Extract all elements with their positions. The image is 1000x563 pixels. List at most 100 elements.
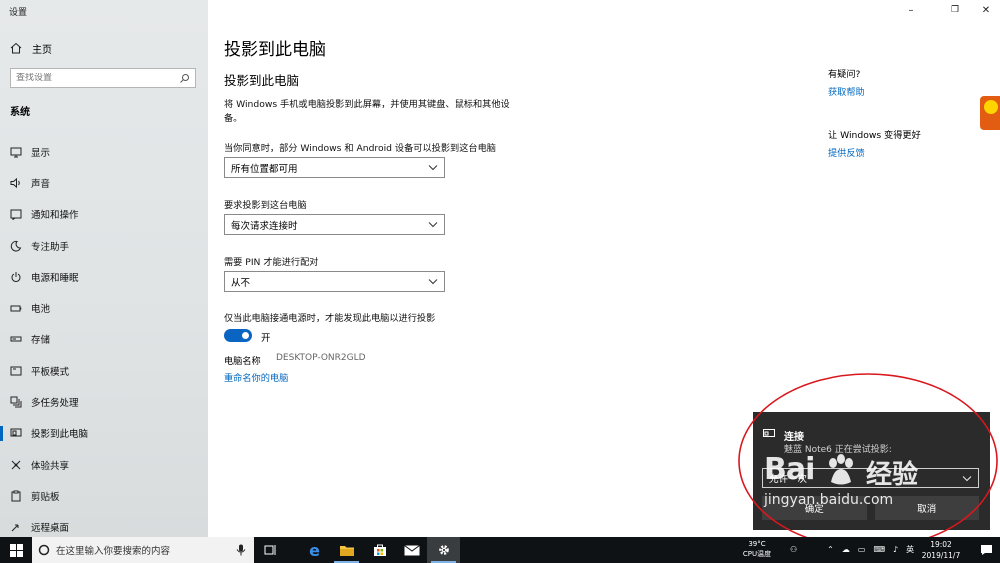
edge-taskbar-button[interactable]: e bbox=[298, 537, 331, 563]
microphone-icon bbox=[236, 544, 246, 556]
toggle-knob bbox=[242, 332, 249, 339]
task-view-icon bbox=[264, 545, 275, 555]
start-button[interactable] bbox=[0, 537, 32, 563]
pc-name-value: DESKTOP-ONR2GLD bbox=[276, 353, 366, 363]
power-discovery-toggle[interactable] bbox=[224, 329, 252, 342]
feedback-link[interactable]: 提供反馈 bbox=[828, 145, 865, 159]
sidebar-item-sound[interactable]: 声音 bbox=[0, 167, 208, 198]
windows-logo-icon bbox=[9, 543, 23, 557]
sidebar-item-display[interactable]: 显示 bbox=[0, 136, 208, 167]
power-discovery-label: 仅当此电脑接通电源时，才能发现此电脑以进行投影 bbox=[224, 313, 436, 324]
cancel-button[interactable]: 取消 bbox=[874, 496, 979, 520]
sidebar-item-project-to-pc[interactable]: 投影到此电脑 bbox=[0, 418, 208, 449]
availability-dropdown[interactable]: 所有位置都可用 bbox=[224, 157, 445, 178]
sidebar-nav: 显示 声音 通知和操作 专注助手 电源和睡眠 电池 存储 平板模式 多任务处理 … bbox=[0, 136, 208, 543]
chevron-down-icon bbox=[428, 222, 438, 228]
sidebar-item-clipboard[interactable]: 剪贴板 bbox=[0, 480, 208, 511]
store-taskbar-button[interactable] bbox=[363, 537, 396, 563]
sidebar-item-label: 剪贴板 bbox=[31, 491, 60, 503]
dropdown-value: 从不 bbox=[231, 277, 251, 289]
settings-taskbar-button[interactable] bbox=[427, 537, 460, 563]
clock-time: 19:02 bbox=[930, 540, 952, 549]
projection-request-toast: 连接 魅蓝 Note6 正在尝试投影: 允许一次 确定 取消 bbox=[753, 412, 990, 530]
cpu-temperature-widget[interactable]: 39°C CPU温度 bbox=[740, 539, 774, 559]
cortana-icon bbox=[38, 544, 50, 556]
sidebar-item-label: 声音 bbox=[31, 178, 51, 190]
sidebar-item-focus-assist[interactable]: 专注助手 bbox=[0, 230, 208, 261]
ask-to-project-label: 要求投影到这台电脑 bbox=[224, 200, 307, 211]
page-title: 投影到此电脑 bbox=[224, 40, 326, 60]
chevron-up-icon[interactable]: ⌃ bbox=[827, 545, 834, 554]
get-help-link[interactable]: 获取帮助 bbox=[828, 84, 865, 98]
search-input[interactable] bbox=[16, 73, 179, 83]
sidebar-item-multitasking[interactable]: 多任务处理 bbox=[0, 386, 208, 417]
multitask-icon bbox=[10, 396, 22, 408]
toast-buttons: 确定 取消 bbox=[762, 496, 979, 520]
permission-dropdown[interactable]: 允许一次 bbox=[762, 468, 979, 488]
speaker-icon bbox=[10, 177, 20, 189]
app-title: 设置 bbox=[9, 8, 28, 18]
battery-tray-icon[interactable]: ▭ bbox=[858, 545, 866, 554]
minimize-button[interactable]: – bbox=[901, 2, 921, 18]
power-icon bbox=[11, 271, 21, 282]
explorer-taskbar-button[interactable] bbox=[330, 537, 363, 563]
rename-pc-link[interactable]: 重命名你的电脑 bbox=[224, 370, 288, 384]
clock-date: 2019/11/7 bbox=[921, 551, 961, 560]
share-icon bbox=[11, 460, 21, 469]
ok-button[interactable]: 确定 bbox=[762, 496, 867, 520]
sidebar-item-shared-experiences[interactable]: 体验共享 bbox=[0, 449, 208, 480]
sidebar: 设置 主页 系统 显示 声音 通知和操作 专注 bbox=[0, 0, 208, 537]
taskbar-search-box[interactable]: 在这里输入你要搜索的内容 bbox=[32, 537, 254, 563]
sidebar-item-label: 多任务处理 bbox=[31, 398, 79, 410]
sidebar-item-label: 显示 bbox=[31, 147, 51, 159]
mail-taskbar-button[interactable] bbox=[395, 537, 428, 563]
project-icon bbox=[10, 428, 22, 437]
floating-widget[interactable] bbox=[980, 96, 1000, 130]
settings-search[interactable] bbox=[10, 68, 196, 88]
ask-to-project-dropdown[interactable]: 每次请求连接时 bbox=[224, 214, 445, 235]
cloud-icon[interactable]: ☁ bbox=[842, 545, 850, 554]
sidebar-item-label: 存储 bbox=[31, 335, 51, 347]
sidebar-item-tablet-mode[interactable]: 平板模式 bbox=[0, 355, 208, 386]
explorer-icon bbox=[339, 545, 354, 556]
chevron-down-icon bbox=[428, 279, 438, 285]
sidebar-item-storage[interactable]: 存储 bbox=[0, 324, 208, 355]
taskbar-search-placeholder: 在这里输入你要搜索的内容 bbox=[56, 546, 171, 557]
people-icon[interactable]: ⚇ bbox=[790, 545, 797, 554]
store-icon bbox=[373, 544, 386, 556]
sidebar-item-battery[interactable]: 电池 bbox=[0, 292, 208, 323]
edge-icon: e bbox=[309, 540, 320, 560]
task-view-button[interactable] bbox=[254, 537, 287, 563]
system-tray: ⚇ ⌃ ☁ ▭ ⌨ ♪ 英 bbox=[790, 544, 914, 555]
toggle-state-text: 开 bbox=[261, 333, 271, 344]
input-method-icon[interactable]: 英 bbox=[906, 544, 914, 555]
taskbar: 在这里输入你要搜索的内容 e 39°C CPU温度 ⚇ ⌃ ☁ ▭ ⌨ ♪ 英 … bbox=[0, 537, 1000, 563]
chevron-down-icon bbox=[428, 165, 438, 171]
action-center-button[interactable] bbox=[972, 537, 1000, 563]
volume-icon[interactable]: ♪ bbox=[893, 545, 898, 554]
close-button[interactable]: ✕ bbox=[976, 2, 996, 18]
sidebar-item-label: 远程桌面 bbox=[31, 523, 70, 535]
mail-icon bbox=[403, 544, 420, 555]
search-icon bbox=[180, 73, 189, 83]
sidebar-item-home[interactable]: 主页 bbox=[10, 40, 52, 56]
tablet-icon bbox=[10, 366, 22, 376]
clock[interactable]: 19:02 2019/11/7 bbox=[916, 539, 966, 561]
section-heading: 系统 bbox=[10, 107, 30, 118]
dropdown-value: 允许一次 bbox=[769, 474, 808, 485]
sidebar-item-label: 平板模式 bbox=[31, 366, 70, 378]
display-icon bbox=[10, 147, 22, 158]
pin-label: 需要 PIN 才能进行配对 bbox=[224, 257, 319, 268]
network-icon[interactable]: ⌨ bbox=[873, 545, 885, 554]
restore-button[interactable]: ❐ bbox=[945, 2, 965, 18]
question-heading: 有疑问? bbox=[828, 69, 861, 80]
moon-icon bbox=[10, 240, 22, 252]
dropdown-value: 所有位置都可用 bbox=[231, 163, 298, 175]
toast-title: 连接 bbox=[784, 432, 804, 443]
sidebar-item-notifications[interactable]: 通知和操作 bbox=[0, 199, 208, 230]
pc-name-label: 电脑名称 bbox=[224, 356, 261, 367]
pin-dropdown[interactable]: 从不 bbox=[224, 271, 445, 292]
remote-icon bbox=[11, 524, 19, 532]
sidebar-item-power-sleep[interactable]: 电源和睡眠 bbox=[0, 261, 208, 292]
home-icon bbox=[10, 42, 22, 54]
